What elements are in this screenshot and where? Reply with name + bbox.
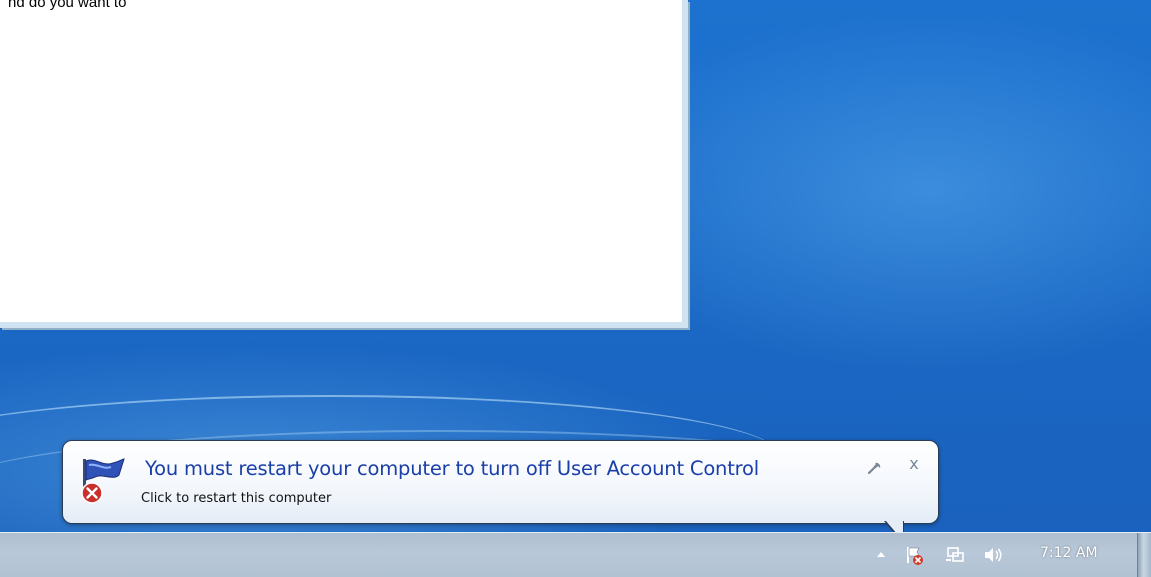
wrench-icon[interactable]: [865, 459, 883, 477]
network-icon[interactable]: [944, 545, 966, 565]
notification-title[interactable]: You must restart your computer to turn o…: [145, 457, 759, 480]
notification-subtitle[interactable]: Click to restart this computer: [141, 491, 331, 506]
close-icon[interactable]: x: [905, 455, 923, 473]
volume-icon[interactable]: [982, 545, 1006, 565]
show-desktop-button[interactable]: [1137, 533, 1151, 577]
action-center-flag-error-icon[interactable]: [904, 545, 926, 565]
notification-balloon[interactable]: You must restart your computer to turn o…: [62, 440, 939, 524]
application-window: nd do you want to: [0, 0, 688, 328]
action-center-flag-icon: [81, 458, 125, 504]
taskbar: 7:12 AM: [0, 532, 1151, 577]
window-partial-text: nd do you want to: [8, 0, 127, 11]
show-hidden-icons-arrow-icon[interactable]: [874, 545, 888, 565]
taskbar-clock[interactable]: 7:12 AM: [1040, 545, 1098, 561]
